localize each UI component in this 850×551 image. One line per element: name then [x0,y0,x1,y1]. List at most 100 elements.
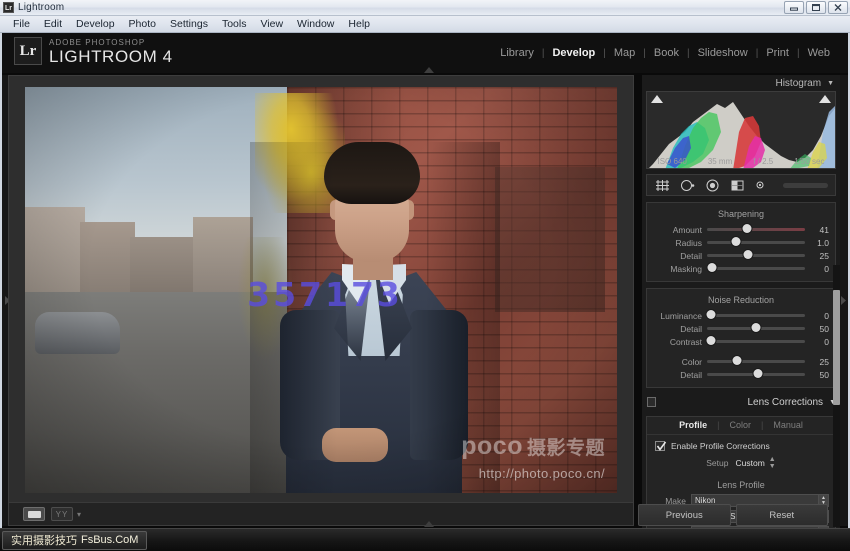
menu-photo[interactable]: Photo [122,16,163,32]
lens-corrections-title: Lens Corrections [747,397,824,408]
slider-track[interactable] [706,310,805,319]
menu-help[interactable]: Help [341,16,377,32]
slider-value[interactable]: 0 [805,311,829,321]
loupe-view-icon[interactable] [23,507,45,521]
slider-value[interactable]: 50 [805,324,829,334]
top-panel-toggle[interactable] [420,66,438,73]
spot-removal-icon[interactable] [679,177,695,193]
tab-profile[interactable]: Profile [671,420,715,430]
lightroom-shell: Lr ADOBE PHOTOSHOP LIGHTROOM 4 Library |… [0,33,850,548]
panel-switch-icon[interactable] [647,397,656,407]
previous-button[interactable]: Previous [638,504,731,526]
menu-view[interactable]: View [253,16,290,32]
histogram-graph[interactable]: ISO 640 35 mm f / 2.5 1/50 sec [646,91,836,169]
histogram-header[interactable]: Histogram ▼ [642,75,840,91]
noise-reduction-section: Noise Reduction Luminance 0 Detail 50 Co… [646,288,836,388]
slider-knob[interactable] [706,336,716,345]
module-develop[interactable]: Develop [544,47,603,59]
enable-profile-corrections-checkbox[interactable] [655,441,667,451]
red-eye-icon[interactable] [704,177,720,193]
chevron-down-icon[interactable]: ▼ [827,80,834,87]
menu-develop[interactable]: Develop [69,16,122,32]
slider-color-detail[interactable]: Detail 50 [647,368,835,381]
graduated-filter-icon[interactable] [729,177,745,193]
crop-overlay-icon[interactable] [654,177,670,193]
menu-settings[interactable]: Settings [163,16,215,32]
slider-knob[interactable] [707,263,717,272]
slider-track[interactable] [707,250,805,259]
slider-label: Luminance [660,310,702,321]
photo-stage[interactable]: 357173 poco 摄影专题 http://photo.poco.cn/ [9,76,633,502]
slider-value[interactable]: 0 [805,264,829,274]
module-book[interactable]: Book [646,47,687,59]
menu-edit[interactable]: Edit [37,16,69,32]
module-map[interactable]: Map [606,47,643,59]
slider-value[interactable]: 25 [805,357,829,367]
slider-track[interactable] [707,237,805,246]
minimize-button[interactable] [784,1,804,14]
slider-amount[interactable]: Amount 41 [647,223,835,236]
slider-label: Radius [675,237,702,248]
highlight-clipping-indicator[interactable] [819,95,831,103]
menu-tools[interactable]: Tools [215,16,254,32]
slider-masking[interactable]: Masking 0 [647,262,835,275]
module-library[interactable]: Library [492,47,542,59]
setup-value[interactable]: Custom [735,458,764,468]
slider-luminance-contrast[interactable]: Contrast 0 [647,335,835,348]
setup-row[interactable]: Setup Custom ▲ ▼ [647,455,835,476]
slider-knob[interactable] [732,356,742,365]
module-web[interactable]: Web [800,47,838,59]
slider-knob[interactable] [751,323,761,332]
shadow-clipping-indicator[interactable] [651,95,663,103]
stepper-icon[interactable]: ▲ ▼ [769,456,776,470]
reset-button[interactable]: Reset [735,504,828,526]
identity-line-1: ADOBE PHOTOSHOP [49,38,146,47]
window-title: Lightroom [18,2,65,13]
slider-value[interactable]: 50 [805,370,829,380]
bottom-panel-toggle[interactable] [420,520,438,527]
module-print[interactable]: Print [758,47,797,59]
slider-track[interactable] [707,356,805,365]
tab-color[interactable]: Color [721,420,759,430]
tab-manual[interactable]: Manual [765,420,811,430]
close-button[interactable] [828,1,848,14]
slider-track[interactable] [707,369,805,378]
brush-size-slider[interactable] [783,182,828,188]
exif-readout: ISO 640 35 mm f / 2.5 1/50 sec [647,157,835,166]
slider-knob[interactable] [731,237,741,246]
taskbar-item-label-en: FsBus.CoM [81,534,139,546]
slider-radius[interactable]: Radius 1.0 [647,236,835,249]
slider-value[interactable]: 41 [805,225,829,235]
taskbar: 实用摄影技巧 FsBus.CoM [0,528,850,551]
tab-divider: | [717,420,720,430]
slider-track[interactable] [707,263,805,272]
menu-window[interactable]: Window [290,16,341,32]
menu-file[interactable]: File [6,16,37,32]
slider-knob[interactable] [753,369,763,378]
slider-detail[interactable]: Detail 25 [647,249,835,262]
slider-value[interactable]: 25 [805,251,829,261]
slider-knob[interactable] [706,310,716,319]
slider-color[interactable]: Color 25 [647,355,835,368]
slider-value[interactable]: 0 [805,337,829,347]
photo-preview[interactable]: 357173 poco 摄影专题 http://photo.poco.cn/ [25,87,617,493]
slider-value[interactable]: 1.0 [805,238,829,248]
slider-luminance[interactable]: Luminance 0 [647,309,835,322]
flag-filter-button[interactable]: YY [51,507,73,521]
slider-track[interactable] [707,224,805,233]
enable-profile-corrections-row[interactable]: Enable Profile Corrections [647,435,835,455]
slider-track[interactable] [706,336,805,345]
slider-label: Contrast [669,336,702,347]
slider-luminance-detail[interactable]: Detail 50 [647,322,835,335]
slider-track[interactable] [707,323,805,332]
chevron-down-icon[interactable]: ▾ [77,510,81,519]
maximize-button[interactable] [806,1,826,14]
adjustment-brush-icon[interactable] [754,177,770,193]
right-panel-scroll-thumb[interactable] [833,290,840,405]
image-viewport[interactable]: 357173 poco 摄影专题 http://photo.poco.cn/ YY… [8,75,634,526]
taskbar-item[interactable]: 实用摄影技巧 FsBus.CoM [2,530,148,550]
module-slideshow[interactable]: Slideshow [690,47,756,59]
lens-corrections-header[interactable]: Lens Corrections ▼ [646,395,836,410]
slider-knob[interactable] [742,224,752,233]
slider-knob[interactable] [743,250,753,259]
